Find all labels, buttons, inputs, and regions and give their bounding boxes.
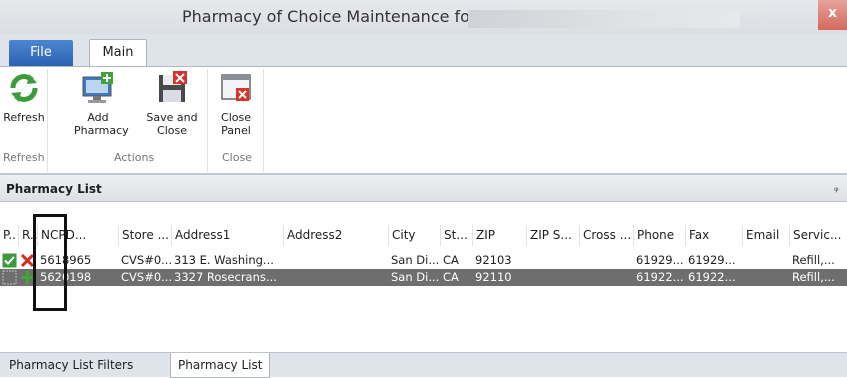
column-header-cross[interactable]: Cross ... xyxy=(579,225,633,246)
add-pharmacy-label-1: Add xyxy=(87,111,109,124)
cell-email xyxy=(742,252,789,269)
cell-fax: 61929... xyxy=(688,253,736,267)
column-header-p[interactable]: P.. xyxy=(0,225,18,246)
redacted-patient-name xyxy=(468,10,740,28)
cell-address2 xyxy=(283,269,388,286)
cell-zip-suffix xyxy=(526,252,579,269)
checkbox-unchecked-icon[interactable] xyxy=(2,270,17,285)
cell-zip: 92103 xyxy=(475,253,512,267)
tab-pharmacy-list[interactable]: Pharmacy List xyxy=(170,353,271,378)
tab-file[interactable]: File xyxy=(9,40,73,66)
cell-address1: 3327 Rosecrans... xyxy=(174,270,277,284)
column-header-service[interactable]: Servic... xyxy=(789,225,847,246)
cell-address2 xyxy=(283,252,388,269)
column-header-fax[interactable]: Fax xyxy=(685,225,742,246)
close-panel-button[interactable]: Close Panel xyxy=(216,71,256,137)
cell-phone: 61929... xyxy=(636,253,684,267)
table-row-selected[interactable]: 5620198 CVS#0... 3327 Rosecrans... San D… xyxy=(0,269,847,286)
column-header-state[interactable]: St... xyxy=(440,225,472,246)
add-pharmacy-icon xyxy=(82,72,113,103)
cell-service: Refill,... xyxy=(792,253,835,267)
add-pharmacy-button[interactable]: Add Pharmacy xyxy=(74,71,129,137)
save-close-icon xyxy=(159,71,187,102)
cell-zip-suffix xyxy=(526,269,579,286)
group-label-actions: Actions xyxy=(114,151,155,164)
close-panel-icon xyxy=(221,74,251,101)
column-header-city[interactable]: City xyxy=(388,225,440,246)
close-panel-label-1: Close xyxy=(221,111,251,124)
group-separator xyxy=(263,69,264,172)
cell-store: CVS#0... xyxy=(121,253,171,267)
checkbox-checked-icon[interactable] xyxy=(2,253,17,268)
refresh-icon xyxy=(10,74,38,102)
save-close-label-1: Save and xyxy=(146,111,198,124)
panel-title: Pharmacy List xyxy=(6,182,102,196)
group-separator xyxy=(47,69,48,172)
cell-cross xyxy=(579,269,633,286)
tab-pharmacy-list-filters[interactable]: Pharmacy List Filters xyxy=(2,353,140,377)
ribbon: Refresh Add Pharmacy Save and Close Clos… xyxy=(0,66,847,174)
annotation-highlight-box xyxy=(33,214,67,311)
save-close-label-2: Close xyxy=(157,124,187,137)
pin-icon[interactable]: ᵩ xyxy=(834,181,839,194)
column-header-address1[interactable]: Address1 xyxy=(171,225,283,246)
add-pharmacy-label-2: Pharmacy xyxy=(74,124,129,137)
column-header-address2[interactable]: Address2 xyxy=(283,225,388,246)
grid-header: P.. R.. NCPD... Store ... Address1 Addre… xyxy=(0,225,847,246)
cell-service: Refill,... xyxy=(792,270,835,284)
cell-state: CA xyxy=(443,270,459,284)
bottom-tab-bar: Pharmacy List Filters Pharmacy List xyxy=(0,352,847,378)
column-header-zip-suffix[interactable]: ZIP S... xyxy=(526,225,579,246)
column-header-email[interactable]: Email xyxy=(742,225,789,246)
group-label-close: Close xyxy=(222,151,252,164)
cell-store: CVS#0... xyxy=(121,270,171,284)
tab-main[interactable]: Main xyxy=(89,39,147,67)
cell-fax: 61922... xyxy=(688,270,736,284)
close-panel-label-2: Panel xyxy=(221,124,251,137)
close-window-button[interactable]: x xyxy=(818,0,847,30)
column-header-store[interactable]: Store ... xyxy=(118,225,171,246)
column-header-zip[interactable]: ZIP xyxy=(472,225,526,246)
title-bar: Pharmacy of Choice Maintenance for x xyxy=(0,0,847,34)
cell-cross xyxy=(579,252,633,269)
cell-phone: 61922... xyxy=(636,270,684,284)
refresh-button[interactable]: Refresh xyxy=(2,71,46,124)
table-row[interactable]: 5618965 CVS#0... 313 E. Washing... San D… xyxy=(0,252,847,269)
group-separator xyxy=(207,69,208,172)
cell-email xyxy=(742,269,789,286)
cell-city: San Di... xyxy=(391,270,440,284)
cell-state: CA xyxy=(443,253,459,267)
column-header-phone[interactable]: Phone xyxy=(633,225,685,246)
cell-zip: 92110 xyxy=(475,270,512,284)
window-title: Pharmacy of Choice Maintenance for xyxy=(182,7,477,26)
cell-address1: 313 E. Washing... xyxy=(174,253,274,267)
save-and-close-button[interactable]: Save and Close xyxy=(144,71,200,137)
cell-city: San Di... xyxy=(391,253,440,267)
group-label-refresh: Refresh xyxy=(3,151,45,164)
refresh-label: Refresh xyxy=(3,111,45,124)
panel-header: Pharmacy List ᵩ xyxy=(0,174,847,202)
